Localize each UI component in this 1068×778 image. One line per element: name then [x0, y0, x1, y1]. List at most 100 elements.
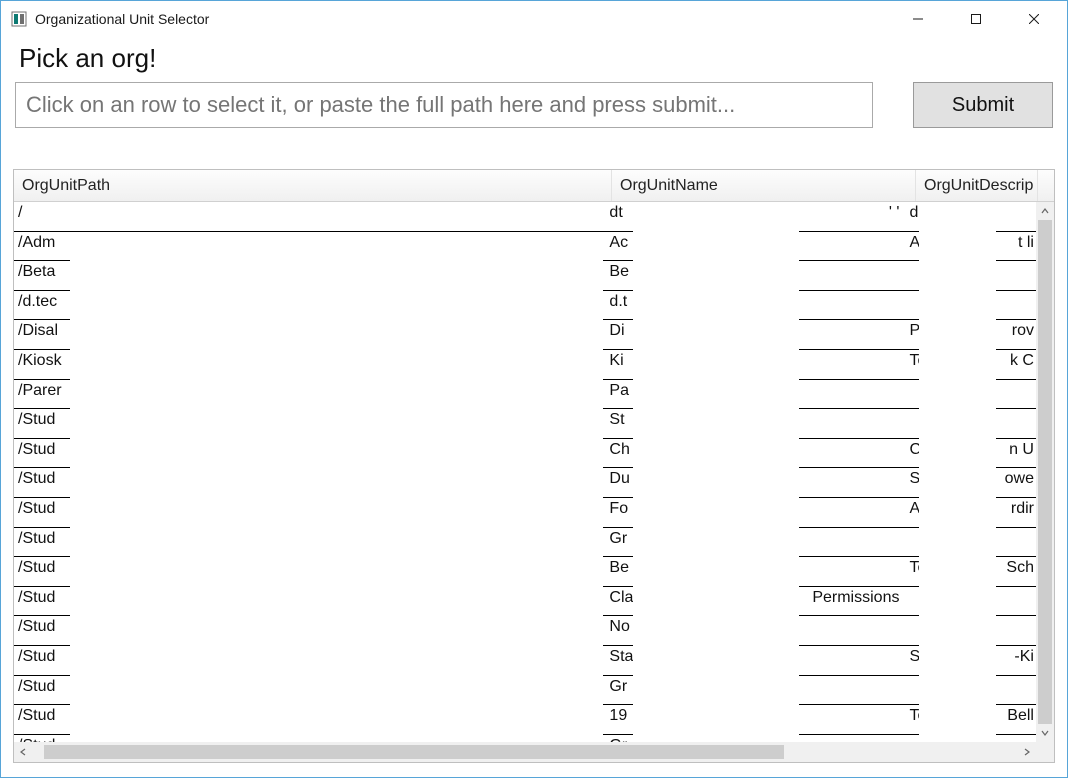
cell-orgunitdescription: [903, 380, 919, 410]
table-row[interactable]: /StudDuStowe: [14, 468, 1036, 498]
cell-orgunitdescription-right: Sch: [996, 557, 1036, 587]
cell-orgunitdescription-right: [996, 676, 1036, 706]
cell-orgunitdescription-right: t li: [996, 232, 1036, 262]
table-row[interactable]: /dt' 'd: [14, 202, 1036, 232]
cell-orgunitpath: /Disal: [14, 320, 603, 350]
cell-orgunitdescription: Te: [903, 350, 919, 380]
cell-orgunitdescription: Te: [903, 557, 919, 587]
cell-orgunitdescription-right: [996, 291, 1036, 321]
cell-orgunitdescription: [903, 261, 919, 291]
cell-orgunitname-right: [799, 705, 904, 735]
cell-orgunitdescription-right: -Ki: [996, 646, 1036, 676]
table-row[interactable]: /StudClaPermissions: [14, 587, 1036, 617]
cell-orgunitdescription: [903, 409, 919, 439]
scroll-down-icon[interactable]: [1036, 724, 1054, 742]
table-row[interactable]: /StudChCn U: [14, 439, 1036, 469]
cell-orgunitname-right: [799, 468, 904, 498]
cell-orgunitpath: /Beta: [14, 261, 603, 291]
submit-button[interactable]: Submit: [913, 82, 1053, 128]
cell-orgunitname: Gr: [603, 528, 633, 558]
controls-row: Submit: [1, 82, 1067, 138]
cell-orgunitname: Ch: [603, 439, 633, 469]
cell-orgunitdescription-right: [996, 261, 1036, 291]
ou-path-input[interactable]: [15, 82, 873, 128]
cell-orgunitname-right: [799, 291, 904, 321]
cell-orgunitdescription: [903, 291, 919, 321]
cell-orgunitname-right: Permissions: [799, 587, 904, 617]
cell-orgunitname-right: [799, 439, 904, 469]
cell-orgunitpath: /Stud: [14, 557, 603, 587]
table-row[interactable]: /StudSt: [14, 409, 1036, 439]
table-row[interactable]: /AdmAcAt li: [14, 232, 1036, 262]
cell-orgunitdescription: [903, 735, 919, 742]
window-title: Organizational Unit Selector: [35, 11, 889, 27]
horizontal-scroll-thumb[interactable]: [44, 745, 784, 759]
table-row[interactable]: /StudGr: [14, 528, 1036, 558]
cell-orgunitpath: /: [14, 202, 603, 232]
vertical-scroll-thumb[interactable]: [1038, 220, 1052, 724]
cell-orgunitpath: /Stud: [14, 587, 603, 617]
col-orgunitdescription[interactable]: OrgUnitDescrip: [916, 170, 1038, 201]
cell-orgunitdescription-right: [996, 409, 1036, 439]
table-row[interactable]: /Stud19TeBell: [14, 705, 1036, 735]
cell-orgunitpath: /Stud: [14, 409, 603, 439]
scroll-left-icon[interactable]: [14, 742, 32, 762]
cell-orgunitdescription: P: [903, 320, 919, 350]
col-orgunitname[interactable]: OrgUnitName: [612, 170, 916, 201]
cell-orgunitdescription: [903, 528, 919, 558]
cell-orgunitname-right: [799, 735, 904, 742]
cell-orgunitpath: /d.tec: [14, 291, 603, 321]
cell-orgunitname: Ac: [603, 232, 633, 262]
close-button[interactable]: [1005, 3, 1063, 35]
cell-orgunitdescription-right: [996, 735, 1036, 742]
cell-orgunitpath: /Stud: [14, 646, 603, 676]
cell-orgunitname-right: [799, 557, 904, 587]
cell-orgunitpath: /Stud: [14, 705, 603, 735]
cell-orgunitname: Be: [603, 557, 633, 587]
cell-orgunitname: Fo: [603, 498, 633, 528]
table-row[interactable]: /DisalDiProv: [14, 320, 1036, 350]
horizontal-scrollbar[interactable]: [14, 742, 1036, 762]
cell-orgunitdescription-right: [996, 587, 1036, 617]
table-row[interactable]: /StudGr: [14, 735, 1036, 742]
table-row[interactable]: /KioskKiTek C: [14, 350, 1036, 380]
cell-orgunitdescription: St: [903, 646, 919, 676]
table-row[interactable]: /StudStaSt-Ki: [14, 646, 1036, 676]
scroll-right-icon[interactable]: [1018, 742, 1036, 762]
cell-orgunitdescription-right: [996, 202, 1036, 232]
col-orgunitpath[interactable]: OrgUnitPath: [14, 170, 612, 201]
cell-orgunitname: Be: [603, 261, 633, 291]
cell-orgunitname: St: [603, 409, 633, 439]
cell-orgunitname-right: [799, 528, 904, 558]
table-row[interactable]: /StudGr: [14, 676, 1036, 706]
titlebar: Organizational Unit Selector: [1, 1, 1067, 37]
vertical-scrollbar[interactable]: [1036, 202, 1054, 742]
cell-orgunitname: Ki: [603, 350, 633, 380]
cell-orgunitdescription-right: k C: [996, 350, 1036, 380]
cell-orgunitname-right: ' ': [799, 202, 904, 232]
table-row[interactable]: /StudNo: [14, 616, 1036, 646]
cell-orgunitname: 19: [603, 705, 633, 735]
table-row[interactable]: /StudFoArdir: [14, 498, 1036, 528]
table-row[interactable]: /ParerPa: [14, 380, 1036, 410]
cell-orgunitdescription: A: [903, 232, 919, 262]
cell-orgunitpath: /Stud: [14, 616, 603, 646]
cell-orgunitname: d.t: [603, 291, 633, 321]
cell-orgunitdescription-right: rdir: [996, 498, 1036, 528]
table-row[interactable]: /d.tecd.t: [14, 291, 1036, 321]
cell-orgunitdescription-right: [996, 616, 1036, 646]
table-row[interactable]: /BetaBe: [14, 261, 1036, 291]
cell-orgunitdescription-right: owe: [996, 468, 1036, 498]
app-icon: [11, 11, 27, 27]
table-row[interactable]: /StudBe Te Sch: [14, 557, 1036, 587]
maximize-button[interactable]: [947, 3, 1005, 35]
cell-orgunitname-right: [799, 350, 904, 380]
cell-orgunitdescription-right: [996, 528, 1036, 558]
scroll-up-icon[interactable]: [1036, 202, 1054, 220]
cell-orgunitname-right: [799, 646, 904, 676]
cell-orgunitname: Di: [603, 320, 633, 350]
cell-orgunitdescription: Te: [903, 705, 919, 735]
minimize-button[interactable]: [889, 3, 947, 35]
cell-orgunitname: dt: [603, 202, 633, 232]
cell-orgunitdescription: [903, 616, 919, 646]
